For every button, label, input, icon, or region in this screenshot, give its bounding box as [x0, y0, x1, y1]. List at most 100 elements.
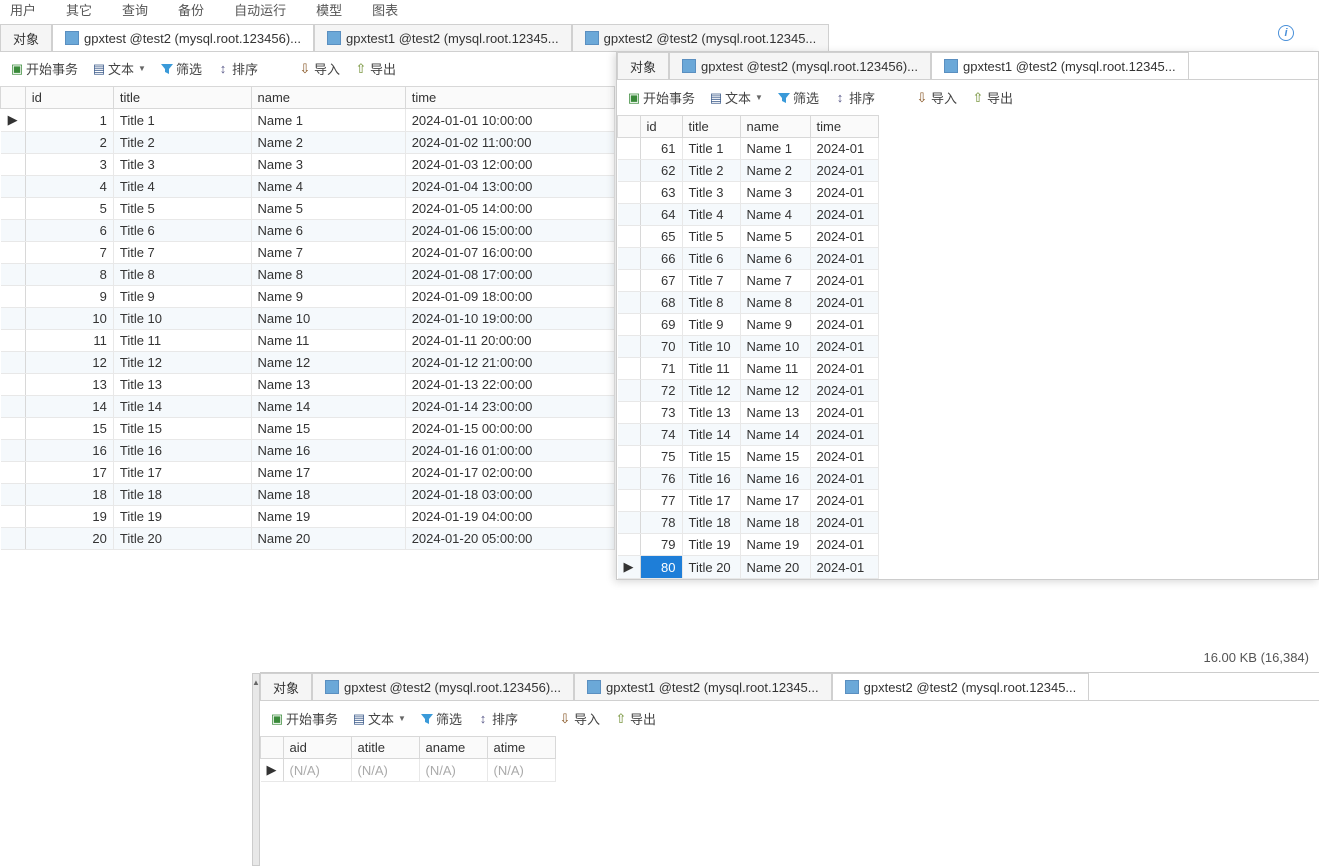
- data-table-3[interactable]: aidatitleanameatime▶(N/A)(N/A)(N/A)(N/A): [260, 736, 556, 782]
- column-header-aid[interactable]: aid: [283, 737, 351, 759]
- table-row[interactable]: 20Title 20Name 202024-01-20 05:00:00: [1, 528, 615, 550]
- table-row[interactable]: 78Title 18Name 182024-01: [618, 512, 879, 534]
- status-size: 16.00 KB (16,384): [1203, 650, 1309, 665]
- tab-gpxtest[interactable]: gpxtest @test2 (mysql.root.123456)...: [312, 673, 574, 700]
- main-tabbar: 对象 gpxtest @test2 (mysql.root.123456)...…: [0, 24, 1319, 52]
- tab-objects[interactable]: 对象: [617, 52, 669, 79]
- table-row[interactable]: 13Title 13Name 132024-01-13 22:00:00: [1, 374, 615, 396]
- filter-button[interactable]: 筛选: [777, 88, 819, 107]
- export-button[interactable]: ⇧导出: [971, 88, 1013, 107]
- begin-transaction-button[interactable]: ▣开始事务: [270, 709, 338, 728]
- text-button[interactable]: ▤文本▼: [92, 59, 146, 78]
- sort-icon: ↕: [216, 62, 230, 76]
- table-row[interactable]: 18Title 18Name 182024-01-18 03:00:00: [1, 484, 615, 506]
- table-row[interactable]: 74Title 14Name 142024-01: [618, 424, 879, 446]
- column-header-aname[interactable]: aname: [419, 737, 487, 759]
- import-button[interactable]: ⇩导入: [558, 709, 600, 728]
- table-row[interactable]: 12Title 12Name 122024-01-12 21:00:00: [1, 352, 615, 374]
- table-row[interactable]: 19Title 19Name 192024-01-19 04:00:00: [1, 506, 615, 528]
- import-button[interactable]: ⇩导入: [298, 59, 340, 78]
- menu-item[interactable]: 模型: [316, 0, 342, 19]
- table-row[interactable]: 62Title 2Name 22024-01: [618, 160, 879, 182]
- table-row[interactable]: 76Title 16Name 162024-01: [618, 468, 879, 490]
- table-row[interactable]: 71Title 11Name 112024-01: [618, 358, 879, 380]
- column-header-id[interactable]: id: [640, 116, 682, 138]
- column-header-title[interactable]: title: [113, 87, 251, 109]
- info-icon[interactable]: i: [1278, 25, 1294, 41]
- table-row[interactable]: 70Title 10Name 102024-01: [618, 336, 879, 358]
- tab-gpxtest1[interactable]: gpxtest1 @test2 (mysql.root.12345...: [314, 24, 572, 51]
- column-header-atitle[interactable]: atitle: [351, 737, 419, 759]
- column-header-atime[interactable]: atime: [487, 737, 555, 759]
- column-header-time[interactable]: time: [405, 87, 614, 109]
- table-row[interactable]: 77Title 17Name 172024-01: [618, 490, 879, 512]
- column-header-id[interactable]: id: [25, 87, 113, 109]
- table-row[interactable]: 73Title 13Name 132024-01: [618, 402, 879, 424]
- table-row[interactable]: 79Title 19Name 192024-01: [618, 534, 879, 556]
- filter-button[interactable]: 筛选: [420, 709, 462, 728]
- table-row[interactable]: 14Title 14Name 142024-01-14 23:00:00: [1, 396, 615, 418]
- data-table-2[interactable]: idtitlenametime61Title 1Name 12024-0162T…: [617, 115, 879, 579]
- table-row[interactable]: 75Title 15Name 152024-01: [618, 446, 879, 468]
- table-row[interactable]: 17Title 17Name 172024-01-17 02:00:00: [1, 462, 615, 484]
- table-row[interactable]: 63Title 3Name 32024-01: [618, 182, 879, 204]
- transaction-icon: ▣: [270, 712, 284, 726]
- table-row[interactable]: ▶80Title 20Name 202024-01: [618, 556, 879, 579]
- table-row[interactable]: 69Title 9Name 92024-01: [618, 314, 879, 336]
- table-row[interactable]: 65Title 5Name 52024-01: [618, 226, 879, 248]
- column-header-time[interactable]: time: [810, 116, 878, 138]
- begin-transaction-button[interactable]: ▣开始事务: [10, 59, 78, 78]
- begin-transaction-button[interactable]: ▣开始事务: [627, 88, 695, 107]
- menu-item[interactable]: 图表: [372, 0, 398, 19]
- tab-gpxtest1[interactable]: gpxtest1 @test2 (mysql.root.12345...: [931, 52, 1189, 79]
- tab-gpxtest2[interactable]: gpxtest2 @test2 (mysql.root.12345...: [572, 24, 830, 51]
- column-header-title[interactable]: title: [682, 116, 740, 138]
- export-icon: ⇧: [971, 91, 985, 105]
- table-row[interactable]: 67Title 7Name 72024-01: [618, 270, 879, 292]
- menu-item[interactable]: 用户: [10, 0, 36, 19]
- export-icon: ⇧: [614, 712, 628, 726]
- menu-item[interactable]: 查询: [122, 0, 148, 19]
- table-row[interactable]: 7Title 7Name 72024-01-07 16:00:00: [1, 242, 615, 264]
- table-row[interactable]: ▶(N/A)(N/A)(N/A)(N/A): [261, 759, 556, 782]
- table-row[interactable]: 9Title 9Name 92024-01-09 18:00:00: [1, 286, 615, 308]
- table-row[interactable]: 61Title 1Name 12024-01: [618, 138, 879, 160]
- table-row[interactable]: 11Title 11Name 112024-01-11 20:00:00: [1, 330, 615, 352]
- table-row[interactable]: 8Title 8Name 82024-01-08 17:00:00: [1, 264, 615, 286]
- column-header-name[interactable]: name: [251, 87, 405, 109]
- tab-gpxtest[interactable]: gpxtest @test2 (mysql.root.123456)...: [669, 52, 931, 79]
- column-header-name[interactable]: name: [740, 116, 810, 138]
- import-button[interactable]: ⇩导入: [915, 88, 957, 107]
- export-button[interactable]: ⇧导出: [354, 59, 396, 78]
- sort-button[interactable]: ↕排序: [216, 59, 258, 78]
- table-row[interactable]: 68Title 8Name 82024-01: [618, 292, 879, 314]
- table-row[interactable]: 4Title 4Name 42024-01-04 13:00:00: [1, 176, 615, 198]
- panel-collapse-handle[interactable]: ▲: [252, 673, 260, 866]
- table-row[interactable]: 5Title 5Name 52024-01-05 14:00:00: [1, 198, 615, 220]
- text-button[interactable]: ▤文本▼: [352, 709, 406, 728]
- text-button[interactable]: ▤文本▼: [709, 88, 763, 107]
- filter-button[interactable]: 筛选: [160, 59, 202, 78]
- menu-item[interactable]: 其它: [66, 0, 92, 19]
- menu-item[interactable]: 自动运行: [234, 0, 286, 19]
- tab-objects[interactable]: 对象: [0, 24, 52, 51]
- table-row[interactable]: 66Title 6Name 62024-01: [618, 248, 879, 270]
- table-row[interactable]: 64Title 4Name 42024-01: [618, 204, 879, 226]
- sort-button[interactable]: ↕排序: [833, 88, 875, 107]
- tab-gpxtest1[interactable]: gpxtest1 @test2 (mysql.root.12345...: [574, 673, 832, 700]
- menu-item[interactable]: 备份: [178, 0, 204, 19]
- table-row[interactable]: 3Title 3Name 32024-01-03 12:00:00: [1, 154, 615, 176]
- tab-gpxtest[interactable]: gpxtest @test2 (mysql.root.123456)...: [52, 24, 314, 51]
- table-row[interactable]: ▶1Title 1Name 12024-01-01 10:00:00: [1, 109, 615, 132]
- table-row[interactable]: 6Title 6Name 62024-01-06 15:00:00: [1, 220, 615, 242]
- tab-objects[interactable]: 对象: [260, 673, 312, 700]
- tab-gpxtest2[interactable]: gpxtest2 @test2 (mysql.root.12345...: [832, 673, 1090, 700]
- data-table-1[interactable]: idtitlenametime▶1Title 1Name 12024-01-01…: [0, 86, 615, 550]
- sort-button[interactable]: ↕排序: [476, 709, 518, 728]
- table-row[interactable]: 10Title 10Name 102024-01-10 19:00:00: [1, 308, 615, 330]
- table-row[interactable]: 15Title 15Name 152024-01-15 00:00:00: [1, 418, 615, 440]
- table-row[interactable]: 72Title 12Name 122024-01: [618, 380, 879, 402]
- export-button[interactable]: ⇧导出: [614, 709, 656, 728]
- table-row[interactable]: 16Title 16Name 162024-01-16 01:00:00: [1, 440, 615, 462]
- table-row[interactable]: 2Title 2Name 22024-01-02 11:00:00: [1, 132, 615, 154]
